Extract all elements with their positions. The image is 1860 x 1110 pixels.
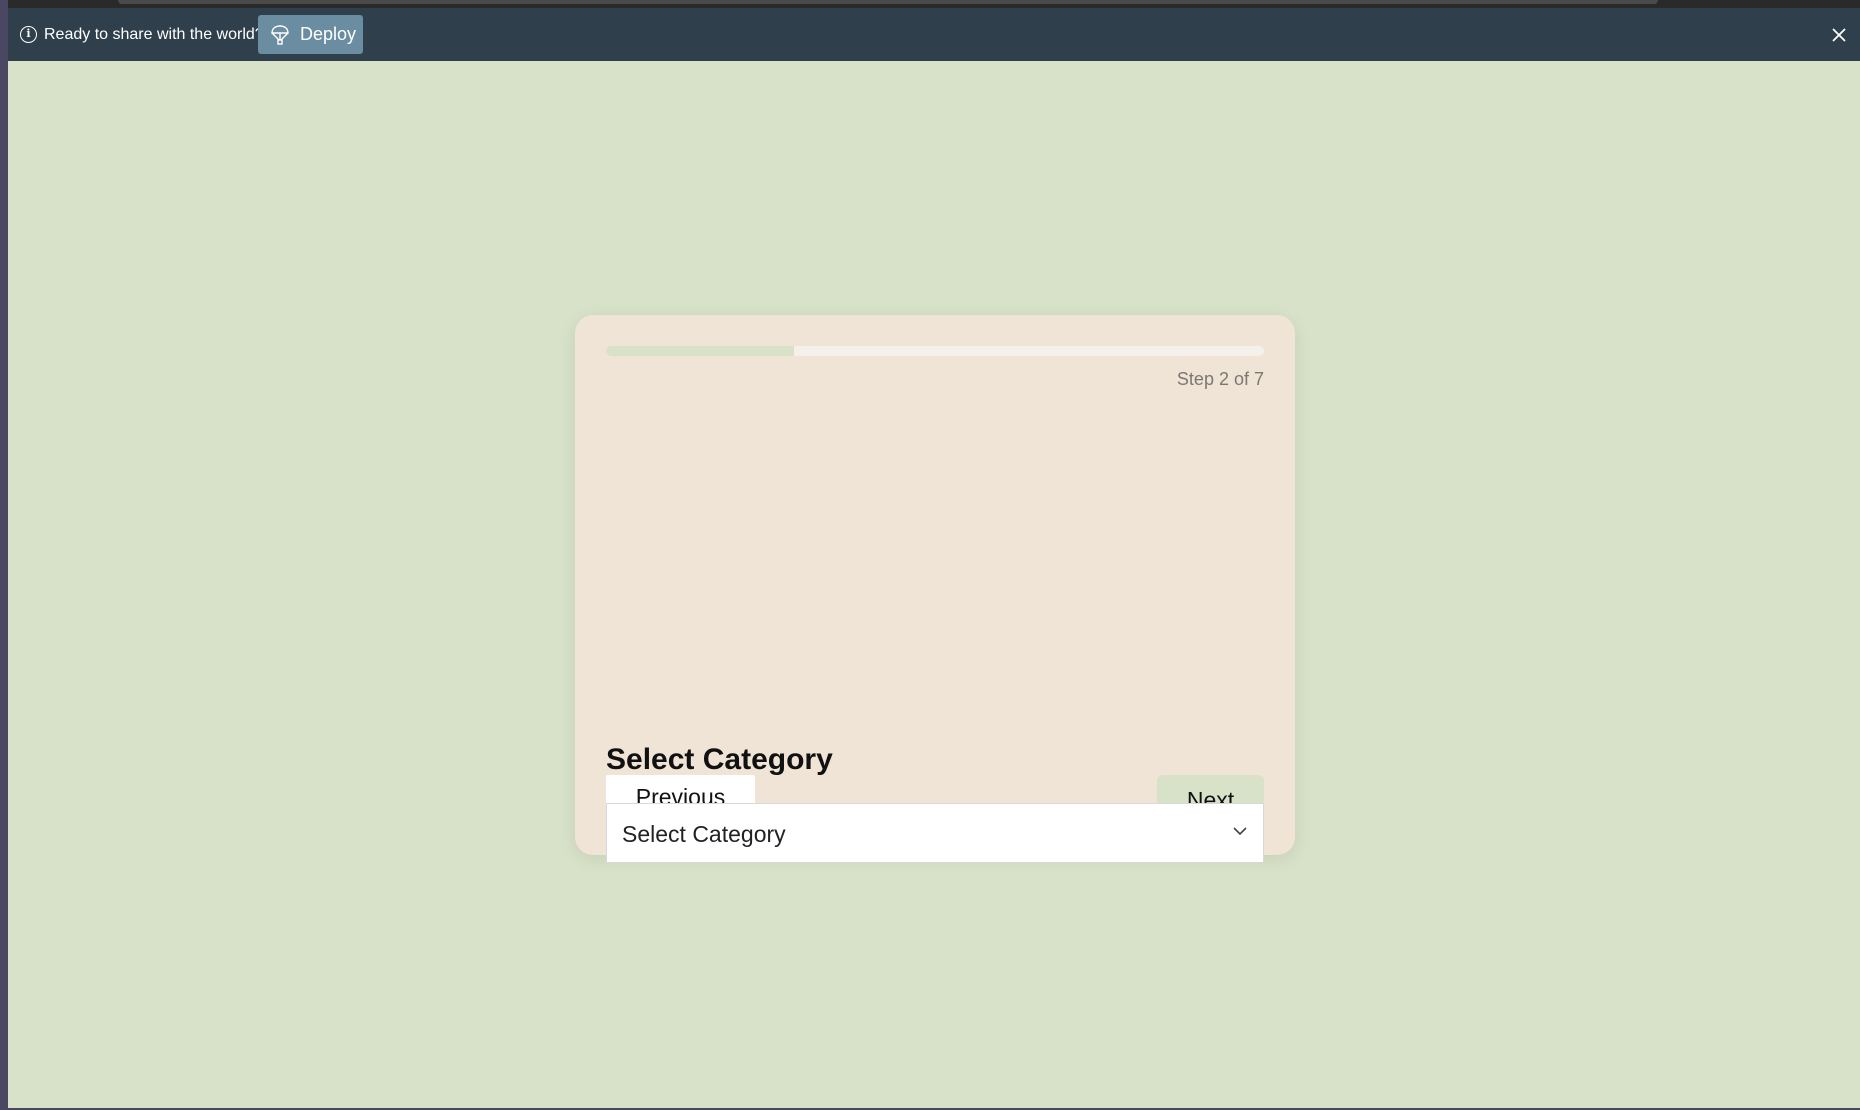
parachute-icon [271, 24, 289, 45]
progress-bar [606, 346, 1264, 356]
progress-bar-fill [606, 346, 794, 356]
deploy-button[interactable]: Deploy [258, 15, 363, 54]
deploy-button-label: Deploy [300, 24, 357, 44]
chevron-down-icon [1233, 827, 1247, 836]
deploy-banner-message: Ready to share with the world? [44, 26, 264, 43]
deploy-banner: i Ready to share with the world? Deploy [8, 8, 1860, 61]
section-title: Select Category [606, 743, 833, 776]
app-frame: i Ready to share with the world? Deploy … [8, 0, 1860, 1108]
window-top-strip [8, 0, 1860, 8]
category-select-value: Select Category [622, 821, 786, 847]
step-indicator: Step 2 of 7 [1176, 369, 1264, 389]
browser-tab-strip [118, 0, 1658, 4]
wizard-card: Step 2 of 7 Select Category Previous Nex… [575, 315, 1295, 863]
info-icon: i [20, 26, 37, 43]
close-icon[interactable] [1830, 26, 1848, 44]
category-select[interactable]: Select Category [606, 803, 1264, 863]
